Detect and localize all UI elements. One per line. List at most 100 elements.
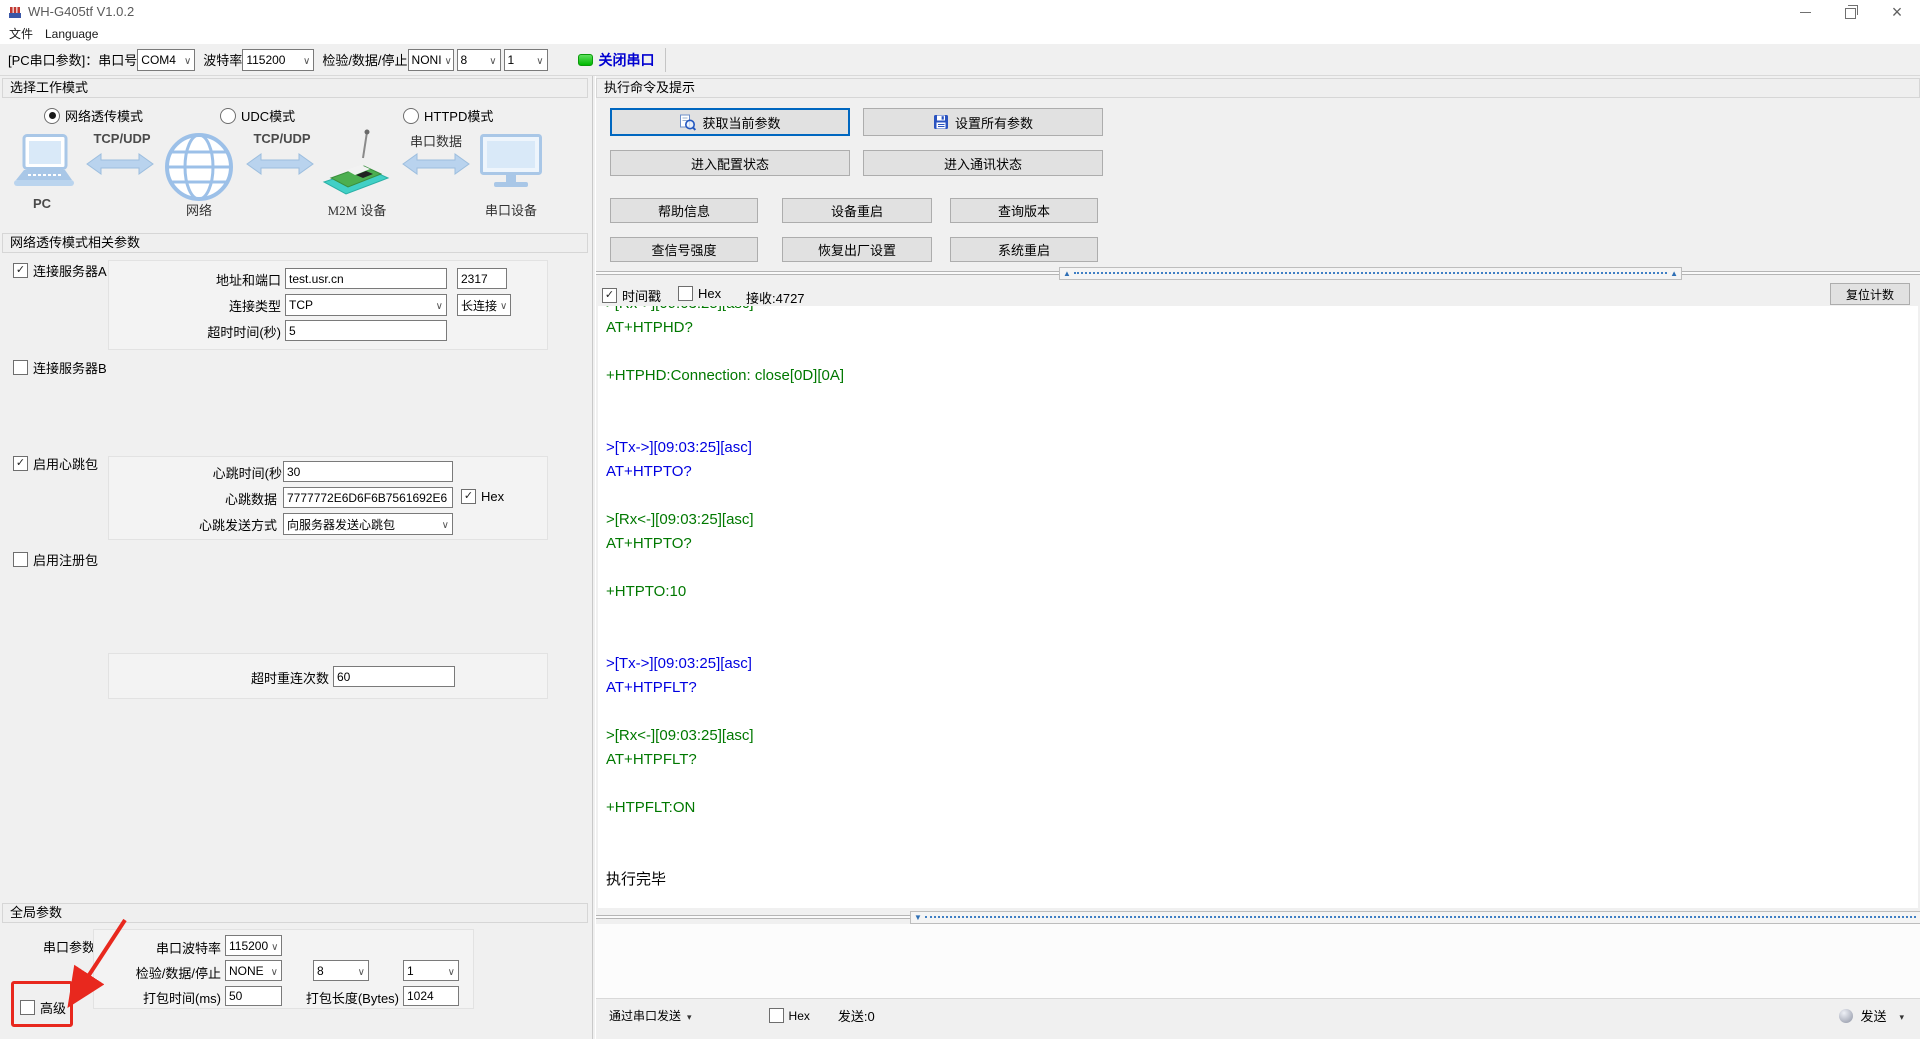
diagram-link3-label: 串口数据 bbox=[392, 131, 480, 150]
left-panel: 选择工作模式 网络透传模式 UDC模式 HTTPD模式 PC TCP/UDP 网… bbox=[0, 76, 592, 1039]
server-a-port-input[interactable]: 2317 bbox=[457, 268, 507, 289]
addr-port-label: 地址和端口 bbox=[109, 270, 281, 289]
enter-config-label: 进入配置状态 bbox=[691, 154, 769, 173]
menu-file[interactable]: 文件 bbox=[4, 25, 38, 43]
close-port-button[interactable]: 关闭串口 bbox=[578, 50, 655, 70]
server-a-address-input[interactable]: test.usr.cn bbox=[285, 268, 447, 289]
com-port-select[interactable]: COM4 bbox=[137, 49, 195, 71]
toolbar-separator bbox=[665, 48, 666, 72]
close-port-label: 关闭串口 bbox=[599, 50, 655, 70]
server-b-checkbox[interactable]: 连接服务器B bbox=[13, 358, 107, 377]
close-button[interactable] bbox=[1874, 0, 1920, 24]
heartbeat-time-input[interactable]: 30 bbox=[283, 461, 453, 482]
register-checkbox[interactable]: 启用注册包 bbox=[13, 550, 98, 569]
global-parity-select[interactable]: NONE bbox=[225, 960, 282, 981]
window-title: WH-G405tf V1.0.2 bbox=[28, 4, 134, 19]
pack-time-input[interactable]: 50 bbox=[225, 986, 282, 1006]
log-line bbox=[598, 340, 1918, 364]
heartbeat-mode-label: 心跳发送方式 bbox=[109, 515, 277, 534]
log-line bbox=[598, 556, 1918, 580]
device-reboot-button[interactable]: 设备重启 bbox=[782, 198, 932, 223]
stopbits-select[interactable]: 1 bbox=[504, 49, 548, 71]
timestamp-checkbox[interactable]: 时间戳 bbox=[602, 286, 661, 305]
right-panel: 执行命令及提示 获取当前参数 设置所有参数 进入配置状态 进入通讯状态 帮助信息… bbox=[596, 76, 1920, 1039]
log-line bbox=[598, 700, 1918, 724]
set-params-button[interactable]: 设置所有参数 bbox=[863, 108, 1103, 136]
h-splitter-bottom[interactable] bbox=[910, 911, 1920, 924]
server-b-label: 连接服务器B bbox=[33, 358, 107, 377]
keepalive-select[interactable]: 长连接 bbox=[457, 294, 511, 316]
global-baud-select[interactable]: 115200 bbox=[225, 935, 282, 956]
reset-counter-button[interactable]: 复位计数 bbox=[1830, 283, 1910, 305]
splitter-line bbox=[1682, 271, 1920, 275]
signal-strength-button[interactable]: 查信号强度 bbox=[610, 237, 758, 262]
checkbox-icon bbox=[769, 1008, 784, 1023]
baud-label: 波特率 bbox=[203, 50, 242, 69]
heartbeat-checkbox[interactable]: 启用心跳包 bbox=[13, 454, 98, 473]
radio-httpd-mode[interactable]: HTTPD模式 bbox=[403, 106, 493, 125]
h-splitter-top[interactable] bbox=[1059, 267, 1682, 280]
baud-select[interactable]: 115200 bbox=[242, 49, 314, 71]
get-params-button[interactable]: 获取当前参数 bbox=[610, 108, 850, 136]
factory-reset-button[interactable]: 恢复出厂设置 bbox=[782, 237, 932, 262]
enter-comm-button[interactable]: 进入通讯状态 bbox=[863, 150, 1103, 176]
m2m-device-icon bbox=[322, 128, 390, 200]
checkbox-icon bbox=[13, 552, 28, 567]
radio-udc-mode[interactable]: UDC模式 bbox=[220, 106, 295, 125]
timestamp-label: 时间戳 bbox=[622, 286, 661, 305]
chevron-down-icon bbox=[445, 964, 455, 978]
databits-select[interactable]: 8 bbox=[457, 49, 501, 71]
heartbeat-hex-checkbox[interactable]: Hex bbox=[461, 489, 504, 504]
log-line: AT+HTPTO? bbox=[598, 532, 1918, 556]
heartbeat-data-input[interactable]: 7777772E6D6F6B7561692E6 bbox=[283, 487, 453, 508]
send-input-area[interactable] bbox=[596, 924, 1920, 998]
query-version-button[interactable]: 查询版本 bbox=[950, 198, 1098, 223]
help-button[interactable]: 帮助信息 bbox=[610, 198, 758, 223]
serial-device-monitor-icon bbox=[480, 134, 542, 192]
parity-select[interactable]: NONI bbox=[408, 49, 454, 71]
log-line bbox=[598, 604, 1918, 628]
diagram-pc-label: PC bbox=[10, 196, 74, 211]
get-params-label: 获取当前参数 bbox=[702, 113, 780, 132]
send-hex-checkbox[interactable]: Hex bbox=[769, 1008, 810, 1023]
send-via-serial-dropdown[interactable]: 通过串口发送 bbox=[602, 1004, 699, 1027]
advanced-checkbox[interactable]: 高级 bbox=[20, 998, 66, 1017]
chevron-down-icon bbox=[442, 53, 452, 67]
checkbox-icon bbox=[13, 263, 28, 278]
diagram-serial-dev-label: 串口设备 bbox=[476, 200, 546, 219]
splitter-handle-icon bbox=[1670, 268, 1678, 279]
title-bar: WH-G405tf V1.0.2 bbox=[0, 0, 1920, 24]
menu-language[interactable]: Language bbox=[40, 25, 103, 43]
conn-type-select[interactable]: TCP bbox=[285, 294, 447, 316]
timeout-input[interactable]: 5 bbox=[285, 320, 447, 341]
work-mode-header: 选择工作模式 bbox=[2, 78, 588, 98]
heartbeat-mode-select[interactable]: 向服务器发送心跳包 bbox=[283, 513, 453, 535]
save-floppy-icon bbox=[933, 114, 949, 130]
enter-config-button[interactable]: 进入配置状态 bbox=[610, 150, 850, 176]
help-label: 帮助信息 bbox=[658, 201, 710, 220]
heartbeat-hex-label: Hex bbox=[481, 489, 504, 504]
system-reboot-button[interactable]: 系统重启 bbox=[950, 237, 1098, 262]
restore-button[interactable] bbox=[1828, 0, 1874, 24]
log-line: AT+HTPTO? bbox=[598, 460, 1918, 484]
log-hex-checkbox[interactable]: Hex bbox=[678, 286, 721, 301]
pack-len-input[interactable]: 1024 bbox=[403, 986, 459, 1006]
send-label: 发送 bbox=[1860, 1006, 1886, 1025]
radio-net-mode[interactable]: 网络透传模式 bbox=[44, 106, 143, 125]
chevron-down-icon bbox=[355, 964, 365, 978]
checkbox-icon bbox=[678, 286, 693, 301]
chevron-down-icon bbox=[300, 53, 310, 67]
system-reboot-label: 系统重启 bbox=[998, 240, 1050, 259]
minimize-icon bbox=[1800, 12, 1811, 13]
reconnect-input[interactable]: 60 bbox=[333, 666, 455, 687]
log-area[interactable]: >[Rx<-][09:03:25][asc]AT+HTPHD?+HTPHD:Co… bbox=[598, 306, 1918, 908]
pc-laptop-icon bbox=[12, 134, 76, 190]
radio-icon bbox=[403, 108, 419, 124]
send-button[interactable]: 发送 bbox=[1839, 1006, 1904, 1025]
minimize-button[interactable] bbox=[1782, 0, 1828, 24]
server-a-checkbox[interactable]: 连接服务器A bbox=[13, 261, 107, 280]
query-version-label: 查询版本 bbox=[998, 201, 1050, 220]
global-serial-box: 串口波特率 115200 检验/数据/停止 NONE 8 1 打包时间(ms) … bbox=[93, 929, 474, 1009]
global-stopbits-select[interactable]: 1 bbox=[403, 960, 459, 981]
global-databits-select[interactable]: 8 bbox=[313, 960, 369, 981]
